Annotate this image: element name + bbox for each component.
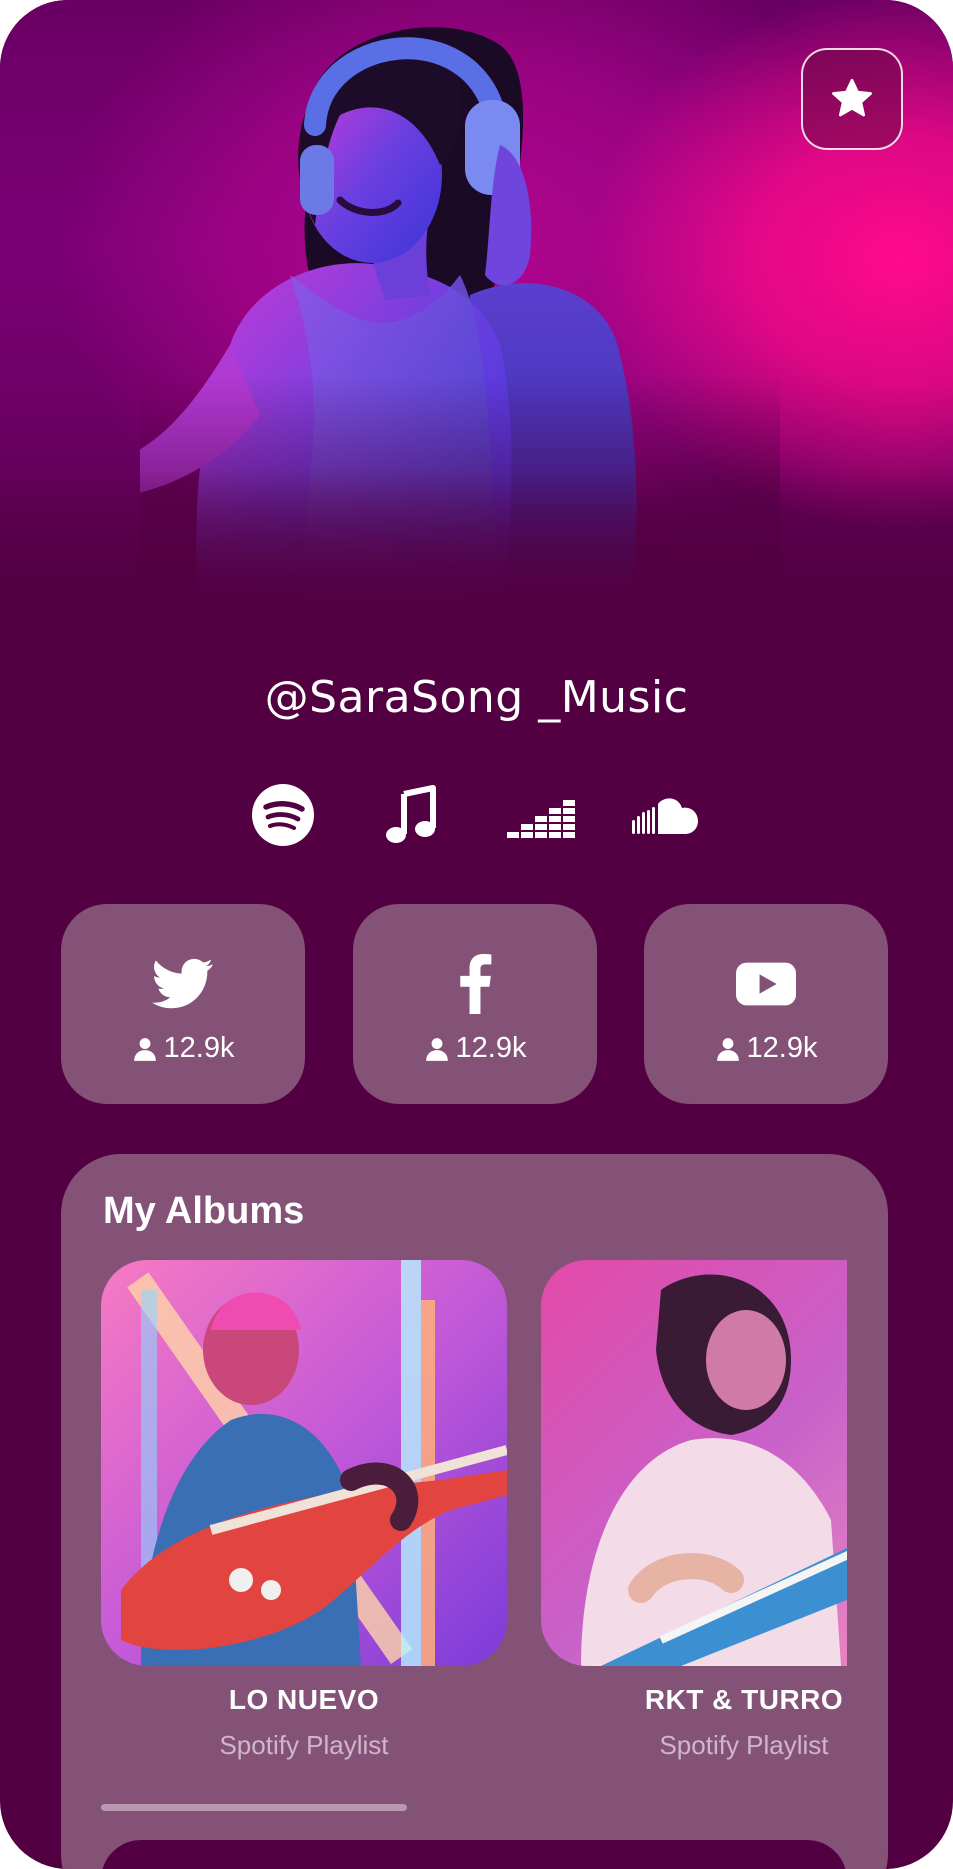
album-name: LO NUEVO [228, 1684, 380, 1715]
album-cover[interactable] [101, 1260, 507, 1666]
twitter-card[interactable]: 12.9k [61, 904, 305, 1104]
youtube-icon [736, 962, 796, 1006]
albums-section: My Albums LO NUEVO Spotify Playlist RKT … [61, 1154, 888, 1869]
follower-count-value: 12.9k [163, 1032, 235, 1064]
carousel-scrollbar[interactable] [101, 1804, 407, 1811]
soundcloud-icon[interactable] [630, 780, 702, 850]
next-section-card [101, 1840, 847, 1869]
follower-count: 12.9k [644, 1032, 888, 1065]
album-subtitle: Spotify Playlist [659, 1730, 829, 1760]
favorite-button[interactable] [801, 48, 903, 150]
user-icon [425, 1037, 448, 1061]
follower-count: 12.9k [61, 1032, 305, 1065]
user-icon [133, 1037, 156, 1061]
album-subtitle: Spotify Playlist [219, 1730, 389, 1760]
facebook-icon [460, 954, 492, 1014]
albums-title: My Albums [103, 1190, 305, 1232]
twitter-icon [152, 958, 213, 1009]
album-cover[interactable] [541, 1260, 847, 1666]
youtube-card[interactable]: 12.9k [644, 904, 888, 1104]
music-note-icon[interactable] [377, 780, 447, 850]
hero-fade [0, 470, 953, 630]
platform-links [0, 780, 953, 850]
artist-handle: @SaraSong _Music [264, 672, 689, 723]
star-icon [832, 78, 872, 117]
album-name: RKT & TURRO [644, 1684, 844, 1715]
user-icon [716, 1037, 739, 1061]
facebook-card[interactable]: 12.9k [353, 904, 597, 1104]
follower-count-value: 12.9k [746, 1032, 818, 1064]
album-carousel[interactable]: LO NUEVO Spotify Playlist RKT & TURRO Sp… [101, 1260, 847, 1820]
deezer-icon[interactable] [505, 780, 575, 850]
spotify-icon[interactable] [248, 780, 318, 850]
follower-count: 12.9k [353, 1032, 597, 1065]
app-screen: @SaraSong _Music 12.9k 12.9k 12.9k My Al… [0, 0, 953, 1869]
follower-count-value: 12.9k [455, 1032, 527, 1064]
